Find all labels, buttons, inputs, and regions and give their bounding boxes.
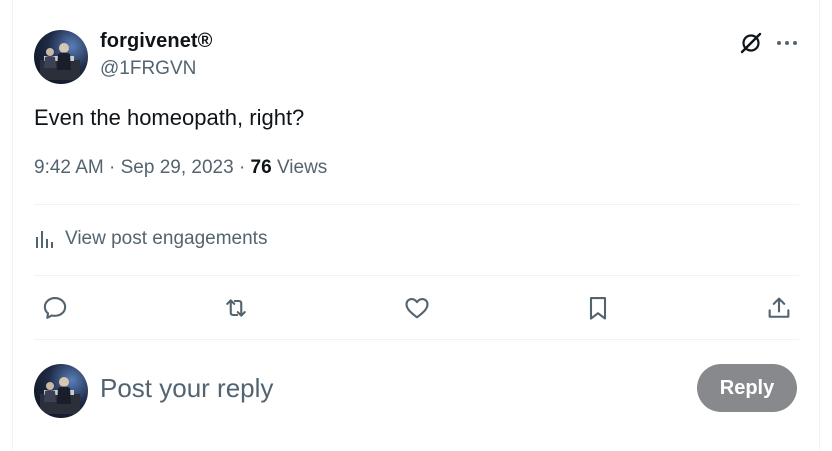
post-metadata: 9:42 AM · Sep 29, 2023 · 76 Views [34,157,327,179]
avatar-image [40,43,80,80]
upload-share-icon [768,297,790,318]
reply-button[interactable]: Reply [697,364,797,412]
grok-icon[interactable] [738,30,764,56]
author-handle[interactable]: @1FRGVN [100,58,196,80]
meta-separator: · [109,157,116,178]
view-engagements-label: View post engagements [65,228,268,249]
post-text: Even the homeopath, right? [34,105,305,130]
bar-chart-icon [36,231,53,248]
more-options-icon[interactable] [775,30,799,56]
bookmark-icon [589,297,607,320]
divider [34,339,799,340]
speech-bubble-icon [43,297,67,319]
post-date[interactable]: Sep 29, 2023 [121,157,234,178]
avatar-image [40,377,80,414]
reply-action-button[interactable] [40,293,70,323]
author-avatar[interactable] [34,30,88,84]
meta-separator: · [238,157,246,178]
author-display-name[interactable]: forgivenet® [100,30,213,53]
divider [34,204,799,205]
view-engagements-link[interactable]: View post engagements [34,228,267,250]
repost-action-button[interactable] [221,293,251,323]
post-time[interactable]: 9:42 AM [34,157,104,178]
reply-input[interactable] [100,370,660,406]
views-count: 76 [250,157,272,178]
repost-arrows-icon [226,299,246,317]
bookmark-action-button[interactable] [583,293,613,323]
divider [34,275,799,276]
share-action-button[interactable] [764,293,794,323]
current-user-avatar[interactable] [34,364,88,418]
like-action-button[interactable] [402,293,432,323]
views-label: Views [276,157,328,178]
heart-icon [405,297,429,319]
